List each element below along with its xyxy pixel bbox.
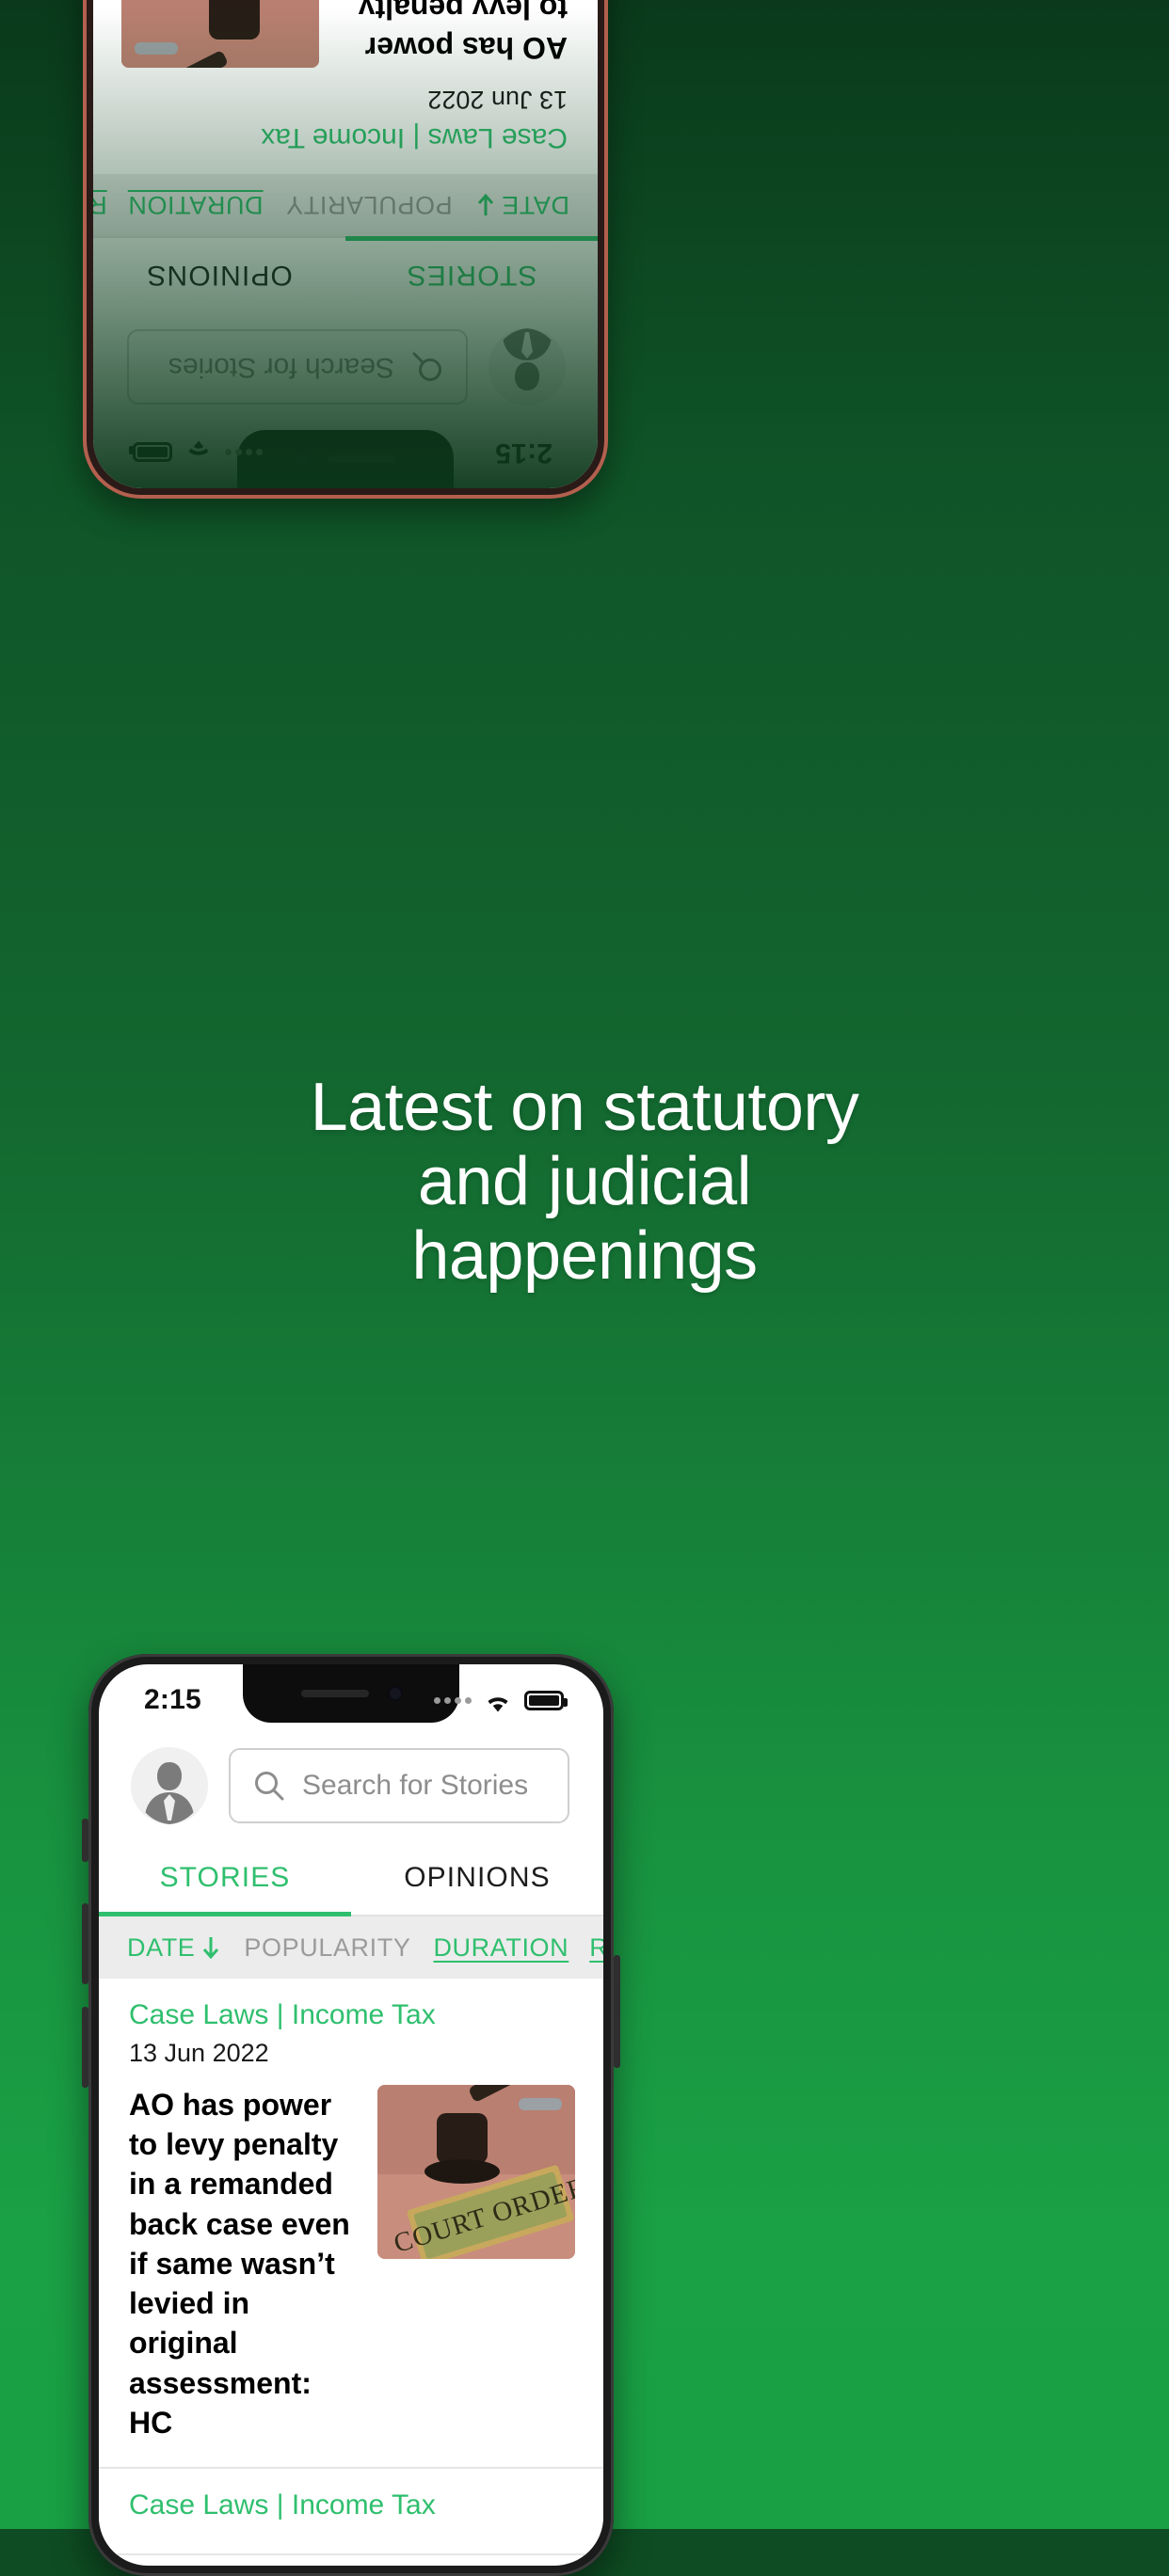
arrow-down-icon (203, 1937, 219, 1960)
article-date: 13 Jun 2022 (129, 2039, 269, 2067)
gavel-court-order-image: COURT ORDER (377, 2085, 575, 2259)
wifi-icon (484, 1690, 512, 1712)
signal-dots-icon (434, 1696, 472, 1704)
volume-down-button[interactable] (82, 2007, 88, 2088)
mute-switch[interactable] (82, 1819, 88, 1862)
volume-up-button[interactable] (82, 1903, 88, 1984)
headline-line-3: happenings (411, 1218, 758, 1295)
tab-active-indicator (99, 1912, 351, 1916)
filter-duration-button[interactable]: DURATION (433, 1933, 568, 1963)
search-input[interactable]: Search for Stories (229, 1748, 569, 1823)
filter-duration-button[interactable]: DURATION (128, 191, 264, 220)
tab-opinions[interactable]: OPINIONS (351, 1845, 603, 1915)
search-icon (411, 351, 443, 383)
sort-date-label: DATE (501, 191, 569, 220)
tab-active-indicator (345, 236, 598, 241)
tab-stories[interactable]: STORIES (99, 1845, 351, 1915)
gavel-court-order-image: COURT ORDER (121, 0, 319, 68)
search-input[interactable]: Search for Stories (127, 329, 468, 405)
tab-stories[interactable]: STORIES (345, 238, 598, 308)
article-category-next: Case Laws | Income Tax (129, 2489, 436, 2521)
status-bar: 2:15 (99, 1664, 603, 1736)
headline-line-1: Latest on statutory (310, 1070, 859, 1145)
tab-bar-top: STORIES OPINIONS (93, 236, 598, 308)
tab-opinions[interactable]: OPINIONS (93, 238, 345, 308)
signal-dots-icon (225, 449, 263, 456)
article-title: AO has power to levy penalty in a remand… (129, 2088, 350, 2440)
search-placeholder: Search for Stories (168, 352, 394, 383)
sort-date-button[interactable]: DATE (127, 1933, 221, 1963)
article-category: Case Laws | Income Tax (261, 122, 568, 153)
article-card[interactable]: Case Laws | Income Tax 13 Jun 2022 AO ha… (99, 1979, 603, 2470)
search-icon (253, 1770, 285, 1802)
filter-reset-button[interactable]: RESET (93, 191, 107, 220)
battery-icon (133, 442, 172, 463)
sort-popularity-button[interactable]: POPULARITY (286, 191, 453, 220)
sort-date-button[interactable]: DATE (475, 191, 569, 220)
sort-date-label: DATE (127, 1932, 196, 1962)
sort-popularity-button[interactable]: POPULARITY (244, 1933, 410, 1963)
article-title: AO has power to levy penalty in a remand… (358, 0, 568, 65)
wifi-icon (184, 440, 213, 463)
user-avatar-icon[interactable] (131, 1747, 208, 1824)
article-category: Case Laws | Income Tax (129, 1999, 436, 2030)
status-time: 2:15 (495, 437, 552, 469)
page-title: Latest on statutory and judicial happeni… (0, 1070, 1169, 1295)
article-card[interactable]: Case Laws | Income Tax 13 Jun 2022 AO ha… (93, 0, 598, 174)
power-button[interactable] (614, 1955, 620, 2068)
arrow-down-icon (477, 193, 493, 215)
sort-filter-bar-top: DATE POPULARITY DURATION RESET (93, 174, 598, 236)
header-search-row-top: Search for Stories (93, 308, 598, 417)
phone-screen-bottom: 2:15 Search for Stories STORIES OPINIONS… (99, 1664, 603, 2566)
sort-filter-bar: DATE POPULARITY DURATION RESET (99, 1916, 603, 1979)
phone-mockup-top: 2:15 Search for Stories STORIES OPINIONS… (83, 0, 608, 499)
article-card-next[interactable]: Case Laws | Income Tax (99, 2469, 603, 2556)
headline-line-2: and judicial (417, 1144, 752, 1220)
status-time: 2:15 (144, 1684, 201, 1715)
user-avatar-icon[interactable] (488, 328, 566, 405)
header-search-row: Search for Stories (99, 1736, 603, 1845)
phone-screen-top: 2:15 Search for Stories STORIES OPINIONS… (93, 0, 598, 488)
status-bar-top: 2:15 (93, 417, 598, 488)
tab-bar: STORIES OPINIONS (99, 1845, 603, 1916)
filter-reset-button[interactable]: RESET (589, 1933, 603, 1963)
phone-mockup-bottom: 2:15 Search for Stories STORIES OPINIONS… (82, 1654, 620, 2576)
battery-icon (524, 1690, 568, 1710)
article-date: 13 Jun 2022 (427, 86, 568, 114)
search-placeholder: Search for Stories (302, 1770, 529, 1801)
